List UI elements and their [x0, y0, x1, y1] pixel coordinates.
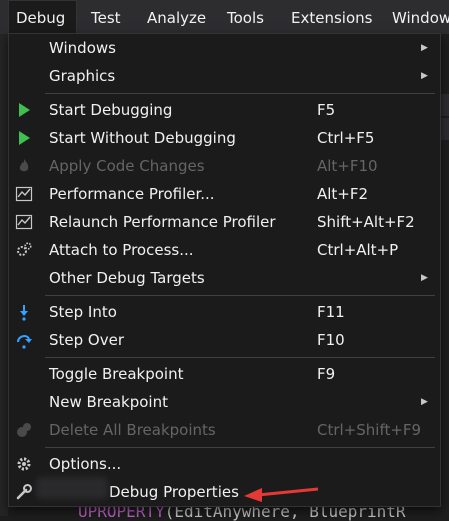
menu-separator [45, 295, 435, 296]
submenu-arrow-icon: ▶ [421, 397, 428, 407]
menu-item-label: Options... [49, 455, 122, 473]
play-icon [19, 103, 30, 117]
delete-breakpoints-icon [17, 423, 31, 437]
submenu-arrow-icon: ▶ [421, 71, 428, 81]
menu-item-label: Graphics [49, 67, 116, 85]
fire-icon [19, 159, 29, 172]
menu-item-label: Attach to Process... [49, 241, 194, 259]
menu-item-apply-code-changes[interactable]: Apply Code Changes Alt+F10 [9, 152, 440, 180]
menu-item-new-breakpoint[interactable]: New Breakpoint ▶ [9, 388, 440, 416]
menu-item-other-debug-targets[interactable]: Other Debug Targets ▶ [9, 264, 440, 292]
profiler-icon [15, 214, 33, 230]
menu-item-start-debugging[interactable]: Start Debugging F5 [9, 96, 440, 124]
menu-item-delete-all-breakpoints[interactable]: Delete All Breakpoints Ctrl+Shift+F9 [9, 416, 440, 444]
debug-menu-dropdown: Windows ▶ Graphics ▶ Start Debugging F5 … [8, 33, 441, 507]
menu-item-label: Delete All Breakpoints [49, 421, 216, 439]
menu-analyze[interactable]: Analyze [140, 0, 213, 34]
menu-item-label: New Breakpoint [49, 393, 168, 411]
menu-item-label: Other Debug Targets [49, 269, 205, 287]
menu-item-label: Performance Profiler... [49, 185, 215, 203]
menu-item-shortcut: F11 [317, 303, 345, 321]
menu-item-label: Apply Code Changes [49, 157, 205, 175]
menu-item-label: Start Without Debugging [49, 129, 236, 147]
menu-item-label: Start Debugging [49, 101, 173, 119]
menu-item-start-without-debugging[interactable]: Start Without Debugging Ctrl+F5 [9, 124, 440, 152]
menu-tools[interactable]: Tools [220, 0, 271, 34]
profiler-icon [15, 186, 33, 202]
menu-item-label: Windows [49, 39, 116, 57]
menu-item-label: Step Into [49, 303, 117, 321]
gears-icon [17, 242, 32, 256]
play-outline-icon [19, 131, 30, 145]
submenu-arrow-icon: ▶ [421, 43, 428, 53]
menu-item-label: Relaunch Performance Profiler [49, 213, 276, 231]
menu-item-graphics[interactable]: Graphics ▶ [9, 62, 440, 90]
menu-item-shortcut: F5 [317, 101, 336, 119]
editor-tab-fragment [441, 94, 449, 116]
editor-background-left [0, 34, 8, 516]
redacted-region [36, 477, 108, 499]
menu-separator [45, 93, 435, 94]
menu-separator [45, 447, 435, 448]
menu-item-shortcut: Alt+F2 [317, 185, 369, 203]
menu-item-step-into[interactable]: Step Into F11 [9, 298, 440, 326]
submenu-arrow-icon: ▶ [421, 273, 428, 283]
menu-item-label: Step Over [49, 331, 124, 349]
menu-item-label: Debug Properties [109, 483, 239, 501]
menu-item-shortcut: Ctrl+F5 [317, 129, 375, 147]
menu-item-windows[interactable]: Windows ▶ [9, 34, 440, 62]
menu-separator [45, 357, 435, 358]
step-over-icon [17, 335, 32, 349]
gear-icon [17, 457, 31, 471]
menu-item-toggle-breakpoint[interactable]: Toggle Breakpoint F9 [9, 360, 440, 388]
menu-item-shortcut: Shift+Alt+F2 [317, 213, 415, 231]
annotation-arrow-icon [244, 487, 319, 502]
menu-test[interactable]: Test [84, 0, 128, 34]
menu-item-shortcut: Ctrl+Alt+P [317, 241, 399, 259]
menu-item-options[interactable]: Options... [9, 450, 440, 478]
menu-window[interactable]: Window [385, 0, 449, 34]
menu-bar: Debug Test Analyze Tools Extensions Wind… [0, 0, 449, 34]
menu-debug[interactable]: Debug [8, 0, 77, 34]
step-into-icon [20, 305, 28, 321]
menu-item-step-over[interactable]: Step Over F10 [9, 326, 440, 354]
menu-item-shortcut: F9 [317, 365, 336, 383]
menu-item-label: Toggle Breakpoint [49, 365, 184, 383]
menu-extensions[interactable]: Extensions [284, 0, 379, 34]
editor-tab-fragment [441, 118, 449, 140]
menu-item-attach-to-process[interactable]: Attach to Process... Ctrl+Alt+P [9, 236, 440, 264]
menu-item-performance-profiler[interactable]: Performance Profiler... Alt+F2 [9, 180, 440, 208]
menu-item-shortcut: F10 [317, 331, 345, 349]
menu-item-relaunch-performance-profiler[interactable]: Relaunch Performance Profiler Shift+Alt+… [9, 208, 440, 236]
menu-item-shortcut: Ctrl+Shift+F9 [317, 421, 422, 439]
menu-item-shortcut: Alt+F10 [317, 157, 378, 175]
wrench-icon [16, 484, 32, 500]
